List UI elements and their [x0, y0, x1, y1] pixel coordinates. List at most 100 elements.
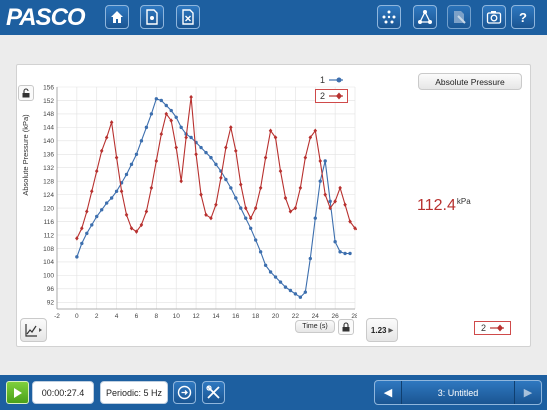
y-axis-label[interactable]: Absolute Pressure (kPa)	[21, 100, 33, 210]
series-2-point	[189, 94, 193, 100]
help-button[interactable]: ?	[511, 5, 535, 29]
series-2-point	[263, 155, 268, 160]
series-1-point	[338, 250, 342, 254]
timer-icon	[177, 385, 192, 400]
series-2-point	[293, 205, 298, 211]
x-tick-label: -2	[54, 313, 60, 320]
x-tick-label: 12	[192, 313, 200, 320]
series-1-point	[239, 206, 243, 210]
series-2-point	[159, 131, 164, 137]
series-1-point	[179, 125, 183, 130]
wrench-screwdriver-icon	[206, 385, 220, 399]
pressure-graph[interactable]: -2 0 2 4 6 8 10 12 14 16 18 20 22 24 26 289296100104108…	[17, 77, 357, 337]
graph-tools-button[interactable]	[20, 318, 47, 342]
series-1-point	[318, 179, 322, 183]
play-icon	[13, 387, 22, 398]
digits-button-label: 1.23	[370, 325, 387, 335]
series-1-point	[333, 240, 337, 244]
series-2-point	[199, 192, 203, 197]
data-points-button[interactable]	[377, 5, 401, 29]
series-2-point	[109, 120, 114, 125]
x-tick-label: 6	[135, 313, 139, 320]
y-tick-label: 144	[43, 125, 54, 132]
x-axis-label[interactable]: Time (s)	[295, 320, 335, 333]
y-tick-label: 132	[43, 165, 54, 172]
y-tick-label: 152	[43, 98, 54, 105]
series-1-point	[85, 231, 89, 236]
series-2-point	[258, 185, 263, 191]
file-button[interactable]	[140, 5, 164, 29]
measurement-select[interactable]: Absolute Pressure	[418, 73, 522, 90]
network-button[interactable]	[413, 5, 437, 29]
previous-page-button[interactable]: ◀	[375, 381, 401, 404]
close-file-button[interactable]	[176, 5, 200, 29]
y-tick-label: 116	[44, 219, 55, 226]
series-1-point	[100, 208, 104, 212]
digits-unit: kPa	[456, 197, 471, 206]
y-tick-label: 156	[43, 84, 54, 91]
digits-display-button[interactable]: 1.23 ▶	[366, 318, 398, 342]
graph-icon	[24, 324, 42, 337]
page-title-button[interactable]: 3: Untitled	[401, 381, 515, 404]
series-2-point	[154, 158, 159, 164]
series-1-point	[273, 275, 278, 279]
series-1-point	[209, 155, 213, 160]
series-2-point	[174, 145, 178, 150]
legend-series-1[interactable]: 1	[315, 73, 348, 87]
series-2-point	[214, 202, 218, 207]
x-tick-label: 20	[272, 313, 280, 320]
series-2-point	[288, 209, 293, 214]
series-2-point	[94, 168, 99, 174]
series-2-point	[234, 148, 238, 154]
digits-series-label: 2	[480, 323, 486, 333]
series-2-point	[99, 148, 104, 154]
data-points-icon	[382, 10, 396, 24]
next-page-button[interactable]: ▶	[515, 381, 541, 404]
x-tick-label: 14	[212, 313, 220, 320]
arrow-left-icon: ◀	[383, 387, 393, 399]
series-2-chip-icon	[490, 324, 504, 332]
series-1-point	[144, 125, 149, 130]
home-button[interactable]	[105, 5, 129, 29]
series-1-point	[214, 162, 218, 167]
chevron-right-icon: ▶	[388, 327, 394, 334]
y-tick-label: 108	[43, 246, 54, 253]
sampling-rate-button[interactable]: Periodic: 5 Hz	[100, 381, 168, 404]
x-axis-lock-button[interactable]	[338, 319, 354, 335]
digits-series-chip[interactable]: 2	[474, 321, 511, 335]
digits-value: 112.4	[417, 197, 456, 214]
series-2-point	[283, 195, 288, 201]
series-2-point	[184, 135, 188, 140]
series-1-point	[328, 199, 332, 204]
pasco-logo: PASCO	[6, 4, 86, 31]
camera-button[interactable]	[482, 5, 506, 29]
page-navigator: ◀ 3: Untitled ▶	[374, 380, 542, 405]
y-tick-label: 124	[43, 192, 54, 199]
series-2-point	[229, 125, 233, 130]
series-1-point	[249, 226, 253, 230]
y-tick-label: 136	[43, 152, 54, 159]
series-1-point	[124, 172, 129, 177]
series-1-point	[134, 152, 139, 156]
series-1-point	[159, 98, 163, 103]
x-tick-label: 2	[95, 313, 99, 320]
series-1-point	[129, 162, 134, 167]
series-2-point	[278, 168, 283, 174]
y-tick-label: 128	[43, 178, 54, 185]
series-1-point	[75, 255, 79, 259]
legend-series-2-label: 2	[320, 91, 326, 101]
series-2-point	[119, 189, 124, 194]
series-1-point	[343, 251, 347, 256]
start-recording-button[interactable]	[6, 381, 29, 404]
series-1-point	[258, 250, 263, 254]
sampling-options-button[interactable]	[173, 381, 196, 404]
series-2-point	[114, 155, 119, 160]
x-tick-label: 4	[115, 313, 119, 320]
hardware-setup-button[interactable]	[202, 381, 225, 404]
close-file-icon	[182, 9, 194, 25]
legend-series-2[interactable]: 2	[315, 89, 349, 103]
tools-button[interactable]	[447, 5, 471, 29]
series-2-point	[149, 185, 154, 191]
series-1-swatch-icon	[329, 77, 344, 83]
series-1-point	[114, 189, 119, 193]
